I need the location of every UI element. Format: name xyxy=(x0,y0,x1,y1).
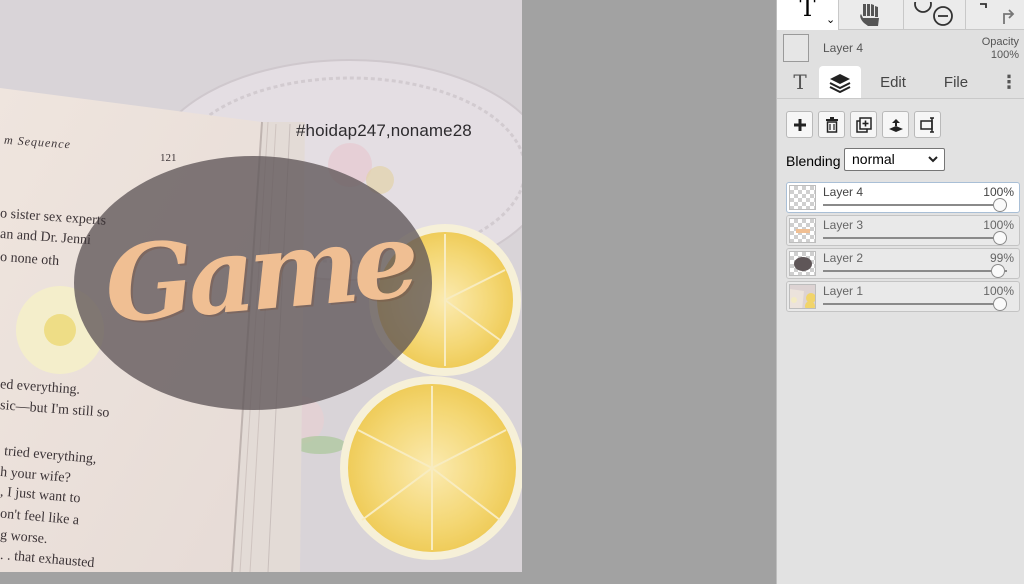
layer-properties-button[interactable] xyxy=(914,111,941,138)
delete-layer-button[interactable] xyxy=(818,111,845,138)
opacity-value: 100% xyxy=(990,49,1019,61)
current-layer-opacity: Opacity 100% xyxy=(982,36,1019,62)
slider-handle[interactable] xyxy=(991,264,1006,278)
game-title-art[interactable]: Game xyxy=(90,184,428,362)
merge-down-button[interactable] xyxy=(882,111,909,138)
zoom-out-icon xyxy=(913,2,953,26)
layer-name: Layer 4 xyxy=(823,185,864,199)
type-tool-icon: T xyxy=(799,0,816,22)
current-layer-name: Layer 4 xyxy=(823,41,864,55)
layer-preview xyxy=(794,257,812,271)
layers-icon xyxy=(829,74,851,93)
blending-label: Blending xyxy=(786,153,841,169)
slider-handle[interactable] xyxy=(993,297,1007,311)
redo-icon xyxy=(979,3,1014,24)
merge-down-icon xyxy=(888,118,903,132)
tab-file[interactable]: File xyxy=(933,66,979,98)
chevron-down-icon: ⌄ xyxy=(826,14,836,26)
layer-opacity-value: 100% xyxy=(983,218,1014,232)
hand-tool-button[interactable] xyxy=(839,0,903,30)
image-canvas[interactable]: m Sequence 121 o sister sex experts an a… xyxy=(0,0,522,572)
blending-mode-select[interactable]: normal xyxy=(844,148,945,171)
layer-opacity-slider[interactable] xyxy=(823,297,1007,311)
layer-name: Layer 3 xyxy=(823,218,864,232)
tab-layers[interactable] xyxy=(819,66,861,100)
layer-opacity-value: 100% xyxy=(983,284,1014,298)
chevron-down-icon xyxy=(928,156,938,163)
add-layer-icon xyxy=(793,118,806,131)
layer-thumbnail xyxy=(789,284,816,309)
blending-mode-value: normal xyxy=(852,151,895,167)
layer-name: Layer 2 xyxy=(823,251,864,265)
layer-row[interactable]: Layer 1 100% xyxy=(786,281,1020,312)
delete-layer-icon xyxy=(825,116,838,133)
tool-toolbar: T ⌄ xyxy=(777,0,1024,30)
current-layer-thumbnail xyxy=(783,34,809,62)
layers-panel: Blending normal Layer 4 100% Layer 3 100… xyxy=(777,98,1024,584)
workspace[interactable]: m Sequence 121 o sister sex experts an a… xyxy=(0,0,776,584)
layer-thumbnail xyxy=(789,185,816,210)
layer-properties-icon xyxy=(919,116,934,133)
layer-opacity-value: 100% xyxy=(983,185,1014,199)
hand-icon xyxy=(860,4,879,26)
side-panel: T ⌄ Layer 4 Opacity 100% T Edit File ⋮ B… xyxy=(776,0,1024,584)
layer-row[interactable]: Layer 2 99% xyxy=(786,248,1020,279)
tab-text[interactable]: T xyxy=(783,66,817,98)
text-tab-icon: T xyxy=(793,70,807,94)
layer-name: Layer 1 xyxy=(823,284,864,298)
book-text-line: 121 xyxy=(160,152,177,164)
layer-opacity-value: 99% xyxy=(989,251,1014,265)
zoom-buttons[interactable] xyxy=(903,0,965,30)
layer-opacity-slider[interactable] xyxy=(823,198,1007,212)
layer-preview xyxy=(796,229,810,233)
layer-opacity-slider[interactable] xyxy=(823,264,1007,278)
type-tool-button[interactable]: T ⌄ xyxy=(777,0,839,30)
layer-preview xyxy=(790,285,815,308)
redo-button[interactable] xyxy=(965,0,1024,30)
slider-handle[interactable] xyxy=(993,231,1007,245)
layer-opacity-slider[interactable] xyxy=(823,231,1007,245)
opacity-label: Opacity xyxy=(981,36,1019,48)
hashtag-text[interactable]: #hoidap247,noname28 xyxy=(296,121,472,141)
layer-row[interactable]: Layer 3 100% xyxy=(786,215,1020,246)
tab-edit[interactable]: Edit xyxy=(869,66,917,98)
add-layer-button[interactable] xyxy=(786,111,813,138)
layer-row[interactable]: Layer 4 100% xyxy=(786,182,1020,213)
duplicate-layer-button[interactable] xyxy=(850,111,877,138)
layer-thumbnail xyxy=(789,251,816,276)
current-layer-info: Layer 4 Opacity 100% xyxy=(777,31,1024,67)
more-menu-button[interactable]: ⋮ xyxy=(997,66,1021,98)
panel-tabs: T Edit File ⋮ xyxy=(777,66,1024,100)
layer-thumbnail xyxy=(789,218,816,243)
slider-handle[interactable] xyxy=(993,198,1007,212)
duplicate-layer-icon xyxy=(855,116,872,133)
photo-editor-app: m Sequence 121 o sister sex experts an a… xyxy=(0,0,1024,584)
